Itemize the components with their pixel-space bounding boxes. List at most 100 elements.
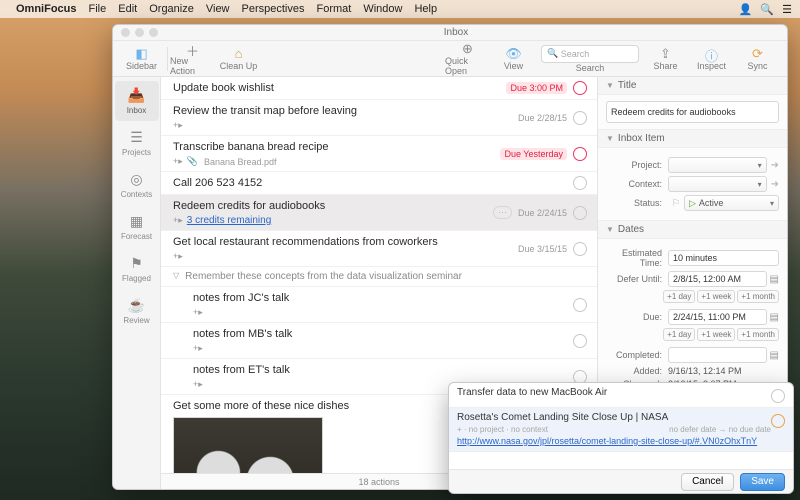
calendar-icon[interactable]: ▤ — [770, 274, 779, 285]
task-row[interactable]: Update book wishlistDue 3:00 PM — [161, 77, 597, 100]
task-row[interactable]: Transcribe banana bread recipe+▸ Banana … — [161, 136, 597, 172]
status-select[interactable]: ▷Active — [684, 195, 779, 211]
menu-format[interactable]: Format — [317, 3, 352, 15]
project-select[interactable] — [668, 157, 767, 173]
status-circle[interactable] — [573, 81, 587, 95]
due-badge: Due 3:00 PM — [506, 82, 567, 94]
window-titlebar: Inbox — [113, 25, 787, 41]
due-date-field[interactable]: 2/24/15, 11:00 PM — [668, 309, 767, 325]
app-menu[interactable]: OmniFocus — [16, 3, 77, 15]
save-button[interactable]: Save — [740, 473, 785, 491]
close-traffic-light[interactable] — [121, 28, 130, 37]
status-circle[interactable] — [771, 389, 785, 403]
menu-help[interactable]: Help — [414, 3, 437, 15]
status-circle[interactable] — [573, 334, 587, 348]
quick-open-button[interactable]: ⊕Quick Open — [445, 43, 491, 75]
task-row[interactable]: Get local restaurant recommendations fro… — [161, 231, 597, 267]
menu-file[interactable]: File — [89, 3, 107, 15]
note-indicator-icon: +▸ — [193, 379, 203, 390]
task-url-link[interactable]: http://www.nasa.gov/jpl/rosetta/comet-la… — [457, 436, 757, 446]
quick-entry-row[interactable]: Rosetta's Comet Landing Site Close Up | … — [449, 408, 793, 452]
menu-organize[interactable]: Organize — [149, 3, 194, 15]
menu-edit[interactable]: Edit — [118, 3, 137, 15]
note-indicator-icon: +▸ — [193, 343, 203, 354]
bump-month[interactable]: +1 month — [737, 328, 779, 341]
sidebar-item-inbox[interactable]: 📥Inbox — [115, 81, 159, 121]
note-indicator-icon: +▸ — [193, 307, 203, 318]
goto-icon[interactable]: ➜ — [771, 160, 779, 171]
bump-day[interactable]: +1 day — [663, 290, 695, 303]
disclosure-triangle-icon: ▽ — [173, 271, 179, 280]
inspector-section-title[interactable]: ▼Title — [598, 77, 787, 95]
task-group-header[interactable]: ▽Remember these concepts from the data v… — [161, 267, 597, 287]
cancel-button[interactable]: Cancel — [681, 473, 734, 491]
clean-up-button[interactable]: ⌂Clean Up — [216, 43, 262, 75]
menu-window[interactable]: Window — [363, 3, 402, 15]
inspector-section-inbox[interactable]: ▼Inbox Item — [598, 130, 787, 148]
quick-entry-row[interactable]: Transfer data to new MacBook Air — [449, 383, 793, 408]
task-title: Rosetta's Comet Landing Site Close Up | … — [457, 412, 771, 423]
bump-month[interactable]: +1 month — [737, 290, 779, 303]
view-button[interactable]: 👁View — [491, 43, 537, 75]
estimated-time-field[interactable]: 10 minutes — [668, 250, 779, 266]
status-circle[interactable] — [573, 147, 587, 161]
flag-toggle[interactable]: ⚐ — [668, 198, 684, 209]
status-circle[interactable] — [573, 176, 587, 190]
spotlight-icon[interactable]: 🔍 — [760, 3, 774, 16]
disclosure-triangle-icon: ▼ — [606, 134, 614, 143]
context-select[interactable] — [668, 176, 767, 192]
inspect-button[interactable]: ⓘInspect — [689, 43, 735, 75]
calendar-icon[interactable]: ▤ — [770, 312, 779, 323]
search-field[interactable]: 🔍 Search — [541, 45, 639, 63]
status-circle[interactable] — [573, 111, 587, 125]
menu-extras-icon[interactable]: ☰ — [782, 3, 792, 16]
sidebar-item-review[interactable]: ☕Review — [115, 291, 159, 331]
status-text: 18 actions — [358, 477, 399, 487]
info-icon: ⓘ — [705, 46, 718, 61]
note-indicator-icon: +▸ — [173, 120, 183, 131]
sidebar-toggle-button[interactable]: ◧Sidebar — [119, 43, 165, 75]
due-badge: Due Yesterday — [500, 148, 567, 160]
more-icon[interactable]: ⋯ — [493, 206, 512, 219]
task-title: notes from ET's talk — [193, 363, 573, 377]
menu-view[interactable]: View — [206, 3, 230, 15]
task-row[interactable]: notes from JC's talk+▸ — [161, 287, 597, 323]
projects-icon: ☰ — [130, 129, 143, 146]
sidebar-item-forecast[interactable]: ▦Forecast — [115, 207, 159, 247]
sidebar-item-flagged[interactable]: ⚑Flagged — [115, 249, 159, 289]
task-note-link[interactable]: 3 credits remaining — [187, 215, 271, 226]
task-row[interactable]: Review the transit map before leaving+▸D… — [161, 100, 597, 136]
bump-week[interactable]: +1 week — [697, 328, 735, 341]
macos-menubar: OmniFocus File Edit Organize View Perspe… — [0, 0, 800, 18]
sidebar-item-projects[interactable]: ☰Projects — [115, 123, 159, 163]
bump-day[interactable]: +1 day — [663, 328, 695, 341]
task-row[interactable]: Redeem credits for audiobooks+▸ 3 credit… — [161, 195, 597, 231]
share-button[interactable]: ⇪Share — [643, 43, 689, 75]
user-icon[interactable]: 👤 — [739, 3, 753, 16]
task-row[interactable]: notes from MB's talk+▸ — [161, 323, 597, 359]
status-circle[interactable] — [573, 206, 587, 220]
new-action-button[interactable]: ＋New Action — [170, 43, 216, 75]
status-circle[interactable] — [573, 298, 587, 312]
completed-date-field[interactable] — [668, 347, 767, 363]
defer-date-field[interactable]: 2/8/15, 12:00 AM — [668, 271, 767, 287]
disclosure-triangle-icon: ▼ — [606, 81, 614, 90]
task-row[interactable]: Call 206 523 4152 — [161, 172, 597, 195]
perspective-sidebar: 📥Inbox ☰Projects ◎Contexts ▦Forecast ⚑Fl… — [113, 77, 161, 489]
sidebar-item-contexts[interactable]: ◎Contexts — [115, 165, 159, 205]
due-badge: Due 3/15/15 — [518, 244, 567, 254]
goto-icon[interactable]: ➜ — [771, 179, 779, 190]
calendar-icon[interactable]: ▤ — [770, 350, 779, 361]
inbox-icon: 📥 — [128, 87, 145, 104]
menu-perspectives[interactable]: Perspectives — [242, 3, 305, 15]
status-circle[interactable] — [771, 414, 785, 428]
inspector-title-field[interactable]: Redeem credits for audiobooks — [606, 101, 779, 123]
added-value: 9/16/13, 12:14 PM — [668, 366, 742, 376]
status-circle[interactable] — [573, 242, 587, 256]
inspector-section-dates[interactable]: ▼Dates — [598, 221, 787, 239]
quick-open-icon: ⊕ — [462, 41, 473, 56]
bump-week[interactable]: +1 week — [697, 290, 735, 303]
sync-button[interactable]: ⟳Sync — [735, 43, 781, 75]
attachment-name: Banana Bread.pdf — [204, 157, 277, 167]
task-title: Update book wishlist — [173, 81, 506, 95]
